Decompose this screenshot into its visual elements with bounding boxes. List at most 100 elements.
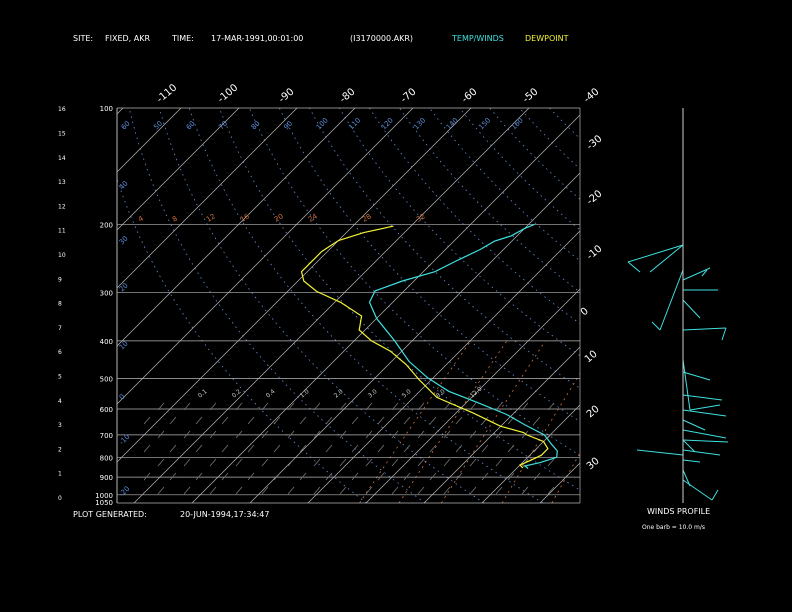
wind-barb-faint bbox=[417, 430, 425, 439]
wind-profile-barb bbox=[651, 321, 661, 331]
mixing-ratio-line bbox=[583, 341, 674, 503]
mixing-label-top: 8 bbox=[171, 215, 179, 224]
wind-profile-barb bbox=[682, 429, 727, 439]
wind-barb-faint bbox=[533, 472, 541, 481]
wind-barb-faint bbox=[169, 416, 177, 425]
wind-barb-faint bbox=[325, 444, 333, 453]
wind-barb-faint bbox=[443, 486, 451, 495]
height-tick-label: 4 bbox=[58, 398, 62, 405]
wind-barb-faint bbox=[209, 430, 217, 439]
adiabat-label-top: 100 bbox=[315, 116, 330, 131]
temp-tick-top: -90 bbox=[277, 86, 297, 105]
isobars bbox=[117, 107, 580, 504]
height-tick-label: 15 bbox=[58, 131, 66, 138]
wind-barb-faint bbox=[169, 444, 177, 453]
height-tick-label: 16 bbox=[58, 106, 66, 113]
site-value: FIXED, AKR bbox=[105, 34, 150, 43]
mixing-label-mid: 1.0 bbox=[299, 388, 311, 400]
wind-barb-faint bbox=[299, 416, 307, 425]
legend-dewpoint: DEWPOINT bbox=[525, 34, 569, 43]
plot-frame bbox=[116, 108, 581, 503]
temp-tick-top: -80 bbox=[338, 86, 358, 105]
dry-adiabat-line bbox=[700, 108, 792, 503]
wind-barb-faint bbox=[195, 444, 203, 453]
wind-barb-faint bbox=[455, 472, 463, 481]
wind-barb-faint bbox=[403, 444, 411, 453]
wind-barb-faint bbox=[339, 430, 347, 439]
temp-tick-right: -30 bbox=[585, 133, 605, 152]
isotherms bbox=[117, 108, 792, 503]
mixing-ratio-line bbox=[663, 341, 745, 503]
height-tick-label: 5 bbox=[58, 374, 62, 381]
height-tick-label: 11 bbox=[58, 228, 66, 235]
isotherm-line bbox=[249, 172, 580, 503]
wind-profile-barb bbox=[627, 261, 641, 273]
sounding-series bbox=[300, 223, 558, 469]
wind-barb-faint bbox=[221, 472, 229, 481]
pressure-tick-label: 300 bbox=[100, 290, 113, 298]
wind-profile-barb bbox=[682, 267, 711, 281]
wind-barb-faint bbox=[469, 486, 477, 495]
site-label: SITE: bbox=[73, 34, 93, 43]
dry-adiabat-line bbox=[610, 108, 792, 503]
wind-barb-faint bbox=[455, 444, 463, 453]
temp-tick-top: -110 bbox=[155, 82, 179, 105]
wind-barb-faint bbox=[443, 458, 451, 467]
wind-barb-faint bbox=[313, 486, 321, 495]
dry-adiabat-line bbox=[399, 108, 580, 293]
wind-barb-faint bbox=[287, 430, 295, 439]
temp-tick-top: -100 bbox=[216, 82, 240, 105]
wind-profile-barb bbox=[682, 409, 727, 417]
dry-adiabat-line bbox=[188, 108, 544, 503]
wind-barb-faint bbox=[377, 416, 385, 425]
wind-barb-faint bbox=[403, 416, 411, 425]
dry-adiabat-line bbox=[489, 108, 580, 200]
pressure-tick-label: 600 bbox=[100, 406, 113, 414]
wind-barb-faint bbox=[235, 430, 243, 439]
dry-adiabat-line bbox=[640, 108, 792, 503]
wind-barb-faint bbox=[429, 472, 437, 481]
file-id: (I3170000.AKR) bbox=[350, 34, 413, 43]
wind-barb-faint bbox=[481, 444, 489, 453]
wind-barb-faint bbox=[183, 486, 191, 495]
mixing-ratio-line bbox=[501, 372, 580, 503]
wind-barb-faint bbox=[455, 416, 463, 425]
wind-barb-faint bbox=[365, 486, 373, 495]
pressure-tick-label: 200 bbox=[100, 221, 113, 229]
mixing-ratio-line bbox=[624, 341, 710, 503]
wind-profile-barb bbox=[711, 489, 719, 501]
adiabat-label-left: 40 bbox=[118, 179, 130, 191]
wind-barb-faint bbox=[287, 458, 295, 467]
wind-barb-faint bbox=[365, 458, 373, 467]
wind-profile-barb bbox=[636, 449, 684, 456]
wind-barb-faint bbox=[365, 430, 373, 439]
wind-barb-faint bbox=[195, 472, 203, 481]
mixing-label-mid: 5.0 bbox=[401, 388, 413, 400]
height-tick-label: 8 bbox=[58, 301, 62, 308]
wind-profile-barb bbox=[659, 269, 684, 331]
wind-profile-barb bbox=[682, 299, 701, 319]
wind-barb-faint bbox=[157, 458, 165, 467]
wind-barb-faint bbox=[157, 486, 165, 495]
wind-barb-faint bbox=[287, 486, 295, 495]
wind-barb-faint bbox=[247, 416, 255, 425]
plot-generated-value: 20-JUN-1994,17:34:47 bbox=[180, 510, 269, 519]
wind-barb-faint bbox=[469, 430, 477, 439]
adiabat-label-left: 30 bbox=[118, 234, 130, 246]
mixing-label-top: 28 bbox=[361, 212, 373, 223]
dry-adiabat-line bbox=[579, 108, 580, 109]
wind-barb-faint bbox=[481, 472, 489, 481]
isotherm-line bbox=[117, 108, 182, 173]
temp-tick-right: 0 bbox=[579, 306, 591, 319]
mixing-ratio-line bbox=[551, 452, 580, 503]
pressure-tick-label: 1050 bbox=[95, 499, 113, 507]
wind-barb-faint bbox=[521, 486, 529, 495]
wind-barb-faint bbox=[377, 472, 385, 481]
wind-profile-barb bbox=[627, 244, 684, 263]
mixing-label-mid: 0.2 bbox=[231, 388, 243, 400]
plot-generated-label: PLOT GENERATED: bbox=[73, 510, 147, 519]
temp-tick-right: -10 bbox=[585, 243, 605, 262]
dry-adiabat-line bbox=[549, 108, 580, 140]
isotherm-line bbox=[714, 108, 792, 503]
wind-profile-barb bbox=[721, 327, 727, 341]
